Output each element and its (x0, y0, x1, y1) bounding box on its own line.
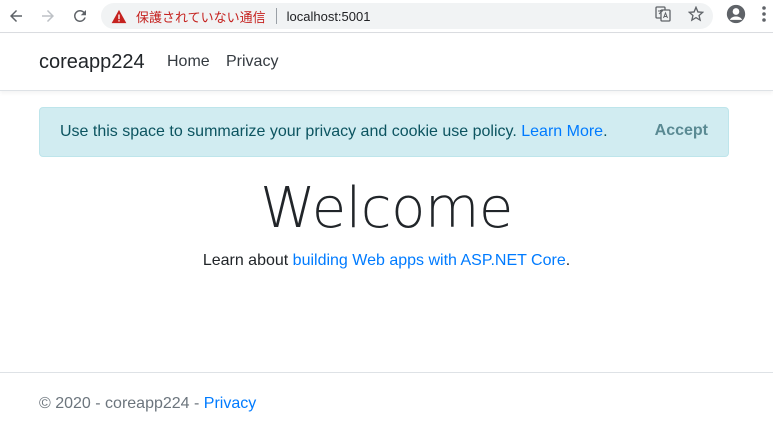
menu-button[interactable] (757, 4, 771, 24)
browser-toolbar: 保護されていない通信 localhost:5001 (0, 0, 773, 33)
warning-icon (111, 8, 129, 24)
back-button[interactable] (3, 4, 29, 28)
url-text[interactable]: localhost:5001 (287, 9, 371, 24)
address-bar[interactable]: 保護されていない通信 localhost:5001 (101, 3, 713, 29)
brand-link[interactable]: coreapp224 (39, 51, 145, 74)
security-warning-text[interactable]: 保護されていない通信 (136, 7, 266, 26)
learn-suffix: . (565, 252, 571, 269)
omnibox-divider (275, 8, 277, 24)
copyright-text: © 2020 - coreapp224 - (39, 395, 204, 412)
nav-privacy-link[interactable]: Privacy (226, 53, 278, 71)
page-title: Welcome (260, 176, 513, 241)
bookmark-button[interactable] (685, 4, 707, 24)
menu-icon (762, 6, 766, 22)
reload-button[interactable] (67, 4, 93, 28)
cookie-message: Use this space to summarize your privacy… (60, 123, 608, 141)
site-footer: © 2020 - coreapp224 - Privacy (0, 372, 773, 427)
back-icon (10, 10, 22, 22)
footer-privacy-link[interactable]: Privacy (204, 395, 256, 412)
nav-home-link[interactable]: Home (167, 53, 210, 71)
profile-icon (726, 4, 746, 24)
cookie-message-period: . (603, 123, 608, 140)
aspnet-docs-link[interactable]: building Web apps with ASP.NET Core (293, 252, 566, 269)
accept-button[interactable]: Accept (655, 122, 708, 140)
translate-button[interactable] (652, 4, 674, 24)
profile-button[interactable] (725, 4, 747, 24)
forward-button[interactable] (35, 4, 61, 28)
learn-prefix: Learn about (202, 252, 293, 269)
reload-icon (73, 9, 86, 22)
translate-icon (655, 6, 671, 22)
cookie-consent-alert: Use this space to summarize your privacy… (39, 107, 729, 157)
forward-icon (42, 10, 54, 22)
bookmark-star-icon (688, 6, 704, 22)
cookie-message-text: Use this space to summarize your privacy… (60, 123, 517, 140)
footer-text: © 2020 - coreapp224 - Privacy (39, 395, 256, 413)
learn-about-text: Learn about building Web apps with ASP.N… (0, 252, 773, 270)
learn-more-link[interactable]: Learn More (521, 123, 603, 140)
site-navbar: coreapp224 Home Privacy (0, 34, 773, 91)
